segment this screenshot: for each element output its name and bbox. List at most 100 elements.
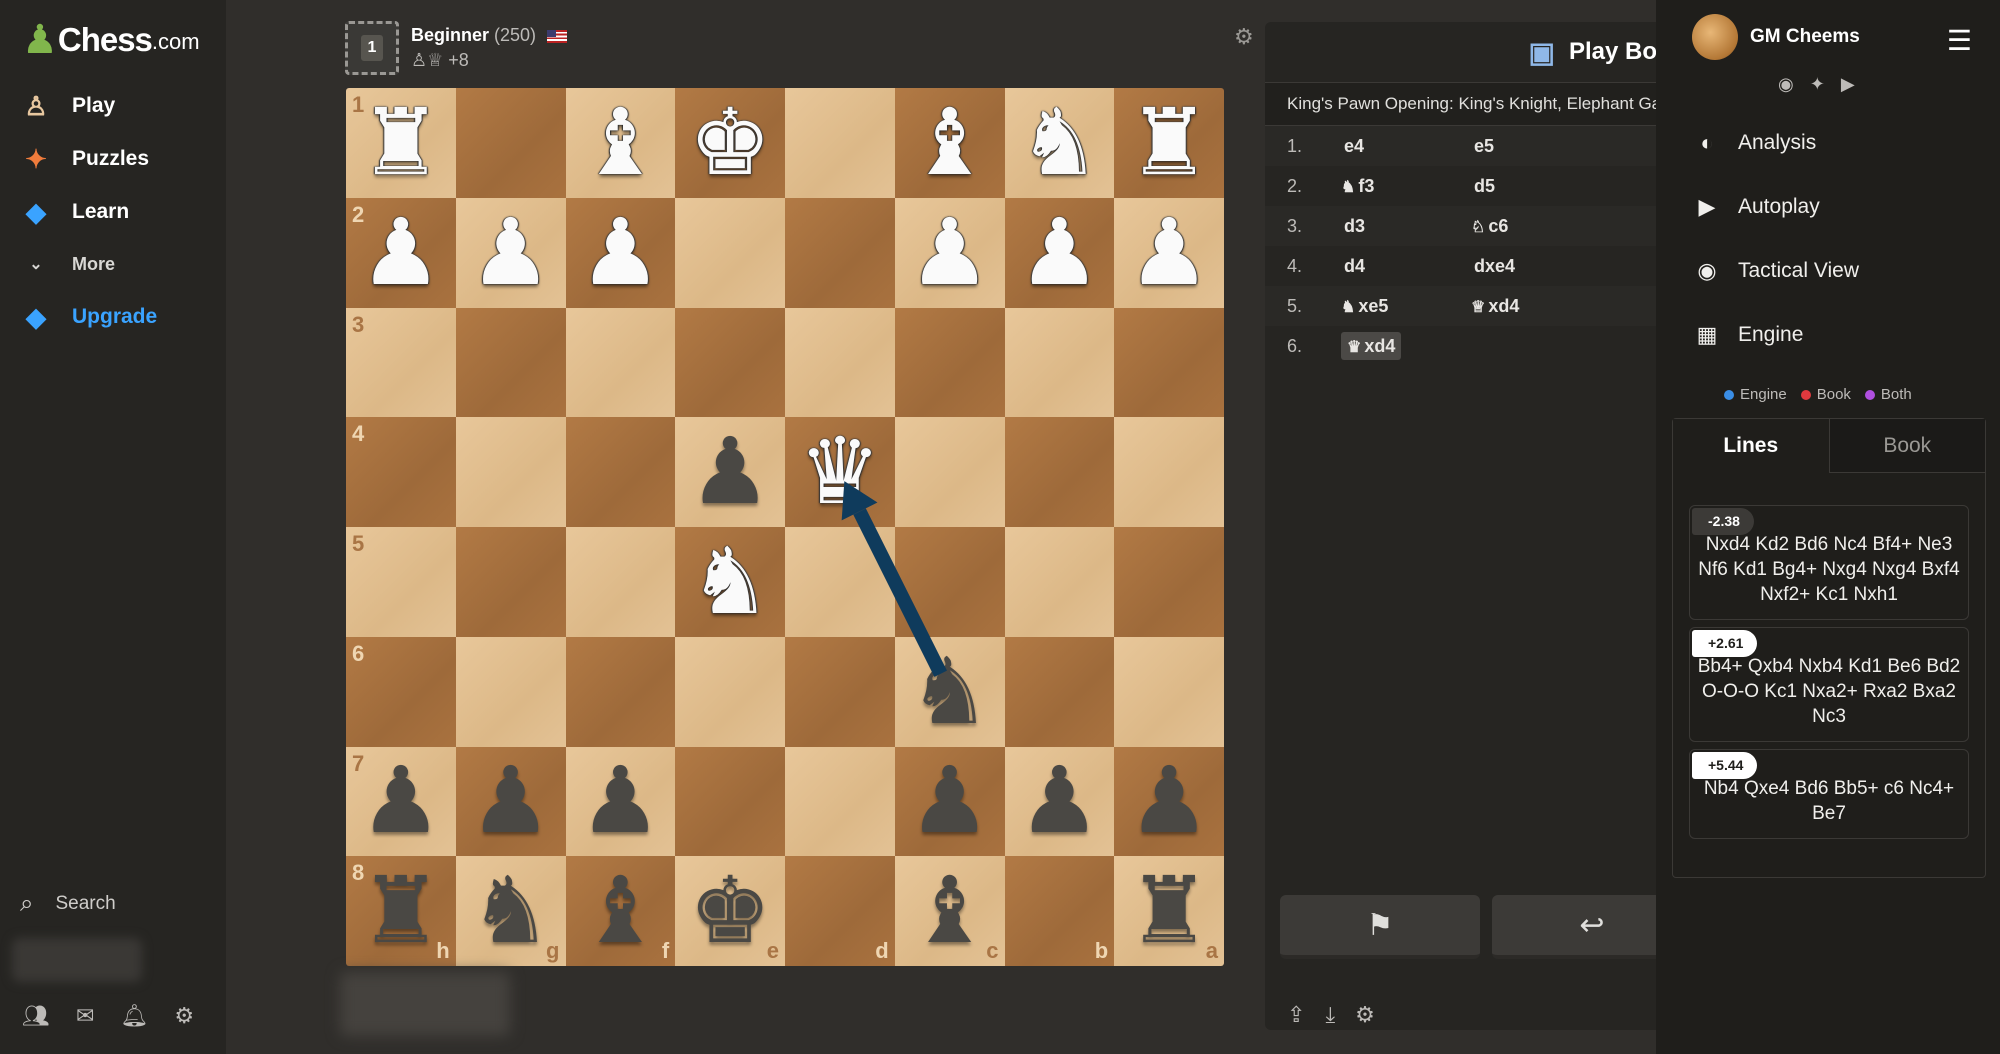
board-square[interactable]	[565, 307, 676, 418]
engine-line-card[interactable]: +5.44 Nb4 Qxe4 Bd6 Bb5+ c6 Nc4+ Be7	[1689, 749, 1969, 839]
board-square[interactable]	[565, 527, 676, 637]
board-square[interactable]	[1114, 417, 1224, 527]
board-square[interactable]: ♝	[565, 88, 676, 198]
black-knight-icon[interactable]: ♞	[908, 646, 990, 738]
share-icon[interactable]: ⇪	[1287, 1002, 1305, 1028]
white-move[interactable]: e4	[1329, 136, 1459, 157]
board-square[interactable]: ♜	[1114, 88, 1224, 198]
white-move[interactable]: d3	[1329, 216, 1459, 237]
black-move[interactable]: ♘ c6	[1459, 216, 1589, 237]
tab-lines[interactable]: Lines	[1673, 419, 1830, 473]
board-square[interactable]	[1114, 636, 1224, 747]
white-bishop-icon[interactable]: ♝	[579, 97, 661, 189]
white-move[interactable]: ♞ xe5	[1329, 296, 1459, 317]
board-square[interactable]: 3	[346, 307, 456, 418]
board-square[interactable]	[1004, 527, 1115, 637]
white-rook-icon[interactable]: ♜	[1128, 97, 1210, 189]
board-square[interactable]	[455, 527, 566, 637]
white-queen-icon[interactable]: ♛	[799, 426, 881, 518]
white-bishop-icon[interactable]: ♝	[908, 97, 990, 189]
black-king-icon[interactable]: ♚	[689, 865, 771, 957]
nav-item-upgrade[interactable]: ◆ Upgrade	[20, 297, 157, 337]
white-king-icon[interactable]: ♚	[689, 97, 771, 189]
board-square[interactable]: 7 ♟	[346, 746, 456, 857]
board-square[interactable]: ♟	[894, 197, 1005, 308]
board-square[interactable]: ♞	[1004, 88, 1115, 198]
search-button[interactable]: ⌕ Search	[20, 890, 116, 918]
board-square[interactable]	[785, 527, 895, 637]
board-square[interactable]	[1114, 527, 1224, 637]
board-square[interactable]	[675, 746, 785, 857]
board-square[interactable]	[785, 636, 895, 747]
board-square[interactable]: ♚	[675, 88, 785, 198]
board-square[interactable]: ♛	[785, 417, 895, 527]
board-square[interactable]: 8 h ♜	[346, 856, 456, 966]
board-square[interactable]: c ♝	[894, 856, 1005, 966]
white-pawn-icon[interactable]: ♟	[469, 207, 551, 299]
notifications-icon[interactable]: 🔔︎	[120, 1003, 148, 1029]
messages-icon[interactable]: ✉	[76, 1003, 94, 1029]
white-pawn-icon[interactable]: ♟	[908, 207, 990, 299]
board-square[interactable]	[565, 636, 676, 747]
board-square[interactable]: d	[785, 856, 895, 966]
board-square[interactable]: ♞	[894, 636, 1005, 747]
white-knight-icon[interactable]: ♞	[689, 536, 771, 628]
board-square[interactable]	[1004, 307, 1115, 418]
user-profile[interactable]: GM Cheems	[1692, 14, 1860, 60]
tab-book[interactable]: Book	[1829, 419, 1985, 473]
settings-icon[interactable]: ⚙	[1355, 1002, 1375, 1028]
board-square[interactable]: ♟	[455, 197, 566, 308]
bot-avatar[interactable]: 1	[345, 21, 399, 75]
board-square[interactable]: ♟	[1004, 746, 1115, 857]
nav-item-play[interactable]: ♙ Play	[20, 86, 115, 126]
board-square[interactable]	[1004, 417, 1115, 527]
nav-item-more[interactable]: ⌄ More	[20, 244, 115, 284]
black-bishop-icon[interactable]: ♝	[579, 865, 661, 957]
board-square[interactable]	[565, 417, 676, 527]
board-square[interactable]: 5	[346, 527, 456, 637]
black-rook-icon[interactable]: ♜	[360, 865, 442, 957]
menu-item-tactical-view[interactable]: ◉ Tactical View	[1694, 258, 1859, 284]
black-move[interactable]: d5	[1459, 176, 1589, 197]
black-move[interactable]: dxe4	[1459, 256, 1589, 277]
white-pawn-icon[interactable]: ♟	[579, 207, 661, 299]
board-square[interactable]	[785, 88, 895, 198]
black-move[interactable]: e5	[1459, 136, 1589, 157]
board-square[interactable]	[1114, 307, 1224, 418]
download-icon[interactable]: ⤓	[1325, 1002, 1335, 1028]
white-knight-icon[interactable]: ♞	[1018, 97, 1100, 189]
board-square[interactable]	[455, 88, 566, 198]
black-pawn-icon[interactable]: ♟	[689, 426, 771, 518]
board-square[interactable]: b	[1004, 856, 1115, 966]
youtube-icon[interactable]: ▶	[1841, 74, 1855, 95]
engine-line-card[interactable]: +2.61 Bb4+ Qxb4 Nxb4 Kd1 Be6 Bd2 O-O-O K…	[1689, 627, 1969, 742]
twitter-icon[interactable]: ✦	[1810, 74, 1825, 95]
board-square[interactable]: ♝	[894, 88, 1005, 198]
blurred-user-profile[interactable]	[12, 938, 142, 982]
black-move[interactable]	[1459, 336, 1589, 357]
takeback-button[interactable]: ↩	[1492, 895, 1665, 959]
engine-line-card[interactable]: -2.38 Nxd4 Kd2 Bd6 Nc4 Bf4+ Ne3 Nf6 Kd1 …	[1689, 505, 1969, 620]
board-square[interactable]: ♟	[565, 197, 676, 308]
board-square[interactable]: 1 ♜	[346, 88, 456, 198]
board-square[interactable]: ♟	[675, 417, 785, 527]
board-square[interactable]	[455, 417, 566, 527]
black-pawn-icon[interactable]: ♟	[360, 755, 442, 847]
discord-icon[interactable]: ◉	[1778, 74, 1794, 95]
black-pawn-icon[interactable]: ♟	[1128, 755, 1210, 847]
chess-board[interactable]: 1 ♜ ♝ ♚ ♝ ♞ ♜ 2 ♟ ♟ ♟ ♟ ♟ ♟ 3 4 ♟ ♛ 5 ♞ 6 ♞ 7 ♟ ♟ ♟ ♟ ♟ ♟ 8 h ♜ g ♞ f ♝ e ♚ d c…	[346, 88, 1224, 966]
board-square[interactable]	[675, 636, 785, 747]
board-square[interactable]: g ♞	[455, 856, 566, 966]
black-rook-icon[interactable]: ♜	[1128, 865, 1210, 957]
chess-logo[interactable]: ♟ Chess .com	[22, 18, 200, 62]
board-square[interactable]: f ♝	[565, 856, 676, 966]
board-square[interactable]	[785, 746, 895, 857]
board-square[interactable]	[455, 307, 566, 418]
player-name[interactable]: Beginner	[411, 25, 489, 45]
black-pawn-icon[interactable]: ♟	[1018, 755, 1100, 847]
board-square[interactable]: ♟	[565, 746, 676, 857]
board-square[interactable]: ♞	[675, 527, 785, 637]
hamburger-menu-icon[interactable]: ☰	[1947, 24, 1972, 57]
board-square[interactable]	[785, 197, 895, 308]
board-square[interactable]: ♟	[1114, 197, 1224, 308]
